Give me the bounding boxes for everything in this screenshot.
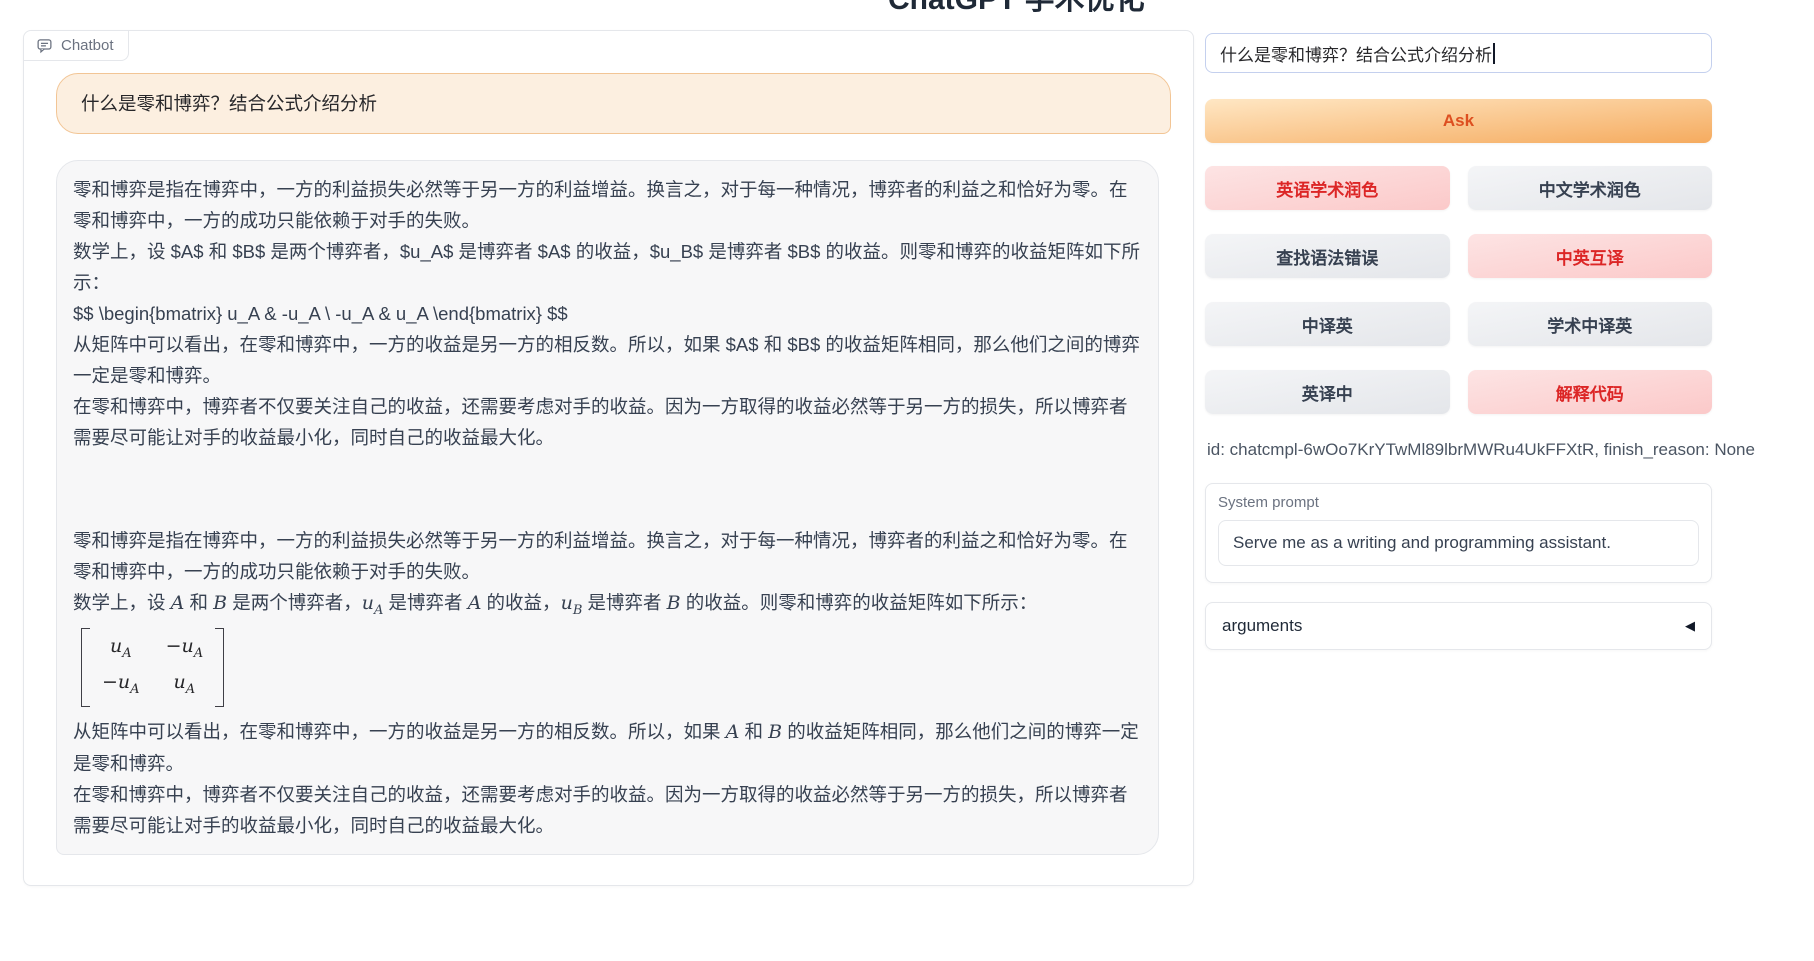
matrix-cells: uA −uA −uA uA — [90, 628, 215, 708]
control-column: 什么是零和博弈？结合公式介绍分析 Ask 英语学术润色 中文学术润色 查找语法错… — [1205, 30, 1712, 730]
text-caret — [1493, 43, 1495, 64]
button-explain-code[interactable]: 解释代码 — [1468, 370, 1713, 414]
button-chinese-academic-polish[interactable]: 中文学术润色 — [1468, 166, 1713, 210]
quick-action-grid: 英语学术润色 中文学术润色 查找语法错误 中英互译 中译英 学术中译英 英译中 … — [1205, 166, 1712, 414]
system-prompt-input[interactable]: Serve me as a writing and programming as… — [1218, 520, 1699, 566]
bot-raw-line-1: 零和博弈是指在博弈中，一方的利益损失必然等于另一方的利益增益。换言之，对于每一种… — [73, 174, 1142, 236]
chatbot-panel: Chatbot 什么是零和博弈？结合公式介绍分析 零和博弈是指在博弈中，一方的利… — [23, 30, 1194, 886]
button-find-grammar-errors[interactable]: 查找语法错误 — [1205, 234, 1450, 278]
button-zh-en-mutual-translate[interactable]: 中英互译 — [1468, 234, 1713, 278]
system-prompt-value: Serve me as a writing and programming as… — [1233, 533, 1611, 553]
payoff-matrix: uA −uA −uA uA — [81, 628, 224, 708]
matrix-cell: −uA — [166, 632, 204, 668]
ask-button[interactable]: Ask — [1205, 99, 1712, 143]
button-zh-to-en[interactable]: 中译英 — [1205, 302, 1450, 346]
button-english-academic-polish[interactable]: 英语学术润色 — [1205, 166, 1450, 210]
paragraph-gap — [73, 453, 1142, 525]
bot-raw-formula: $$ \begin{bmatrix} u_A & -u_A \ -u_A & u… — [73, 298, 1142, 329]
bot-message-bubble: 零和博弈是指在博弈中，一方的利益损失必然等于另一方的利益增益。换言之，对于每一种… — [56, 160, 1159, 855]
bot-rendered-line-4: 在零和博弈中，博弈者不仅要关注自己的收益，还需要考虑对手的收益。因为一方取得的收… — [73, 779, 1142, 841]
matrix-cell: −uA — [102, 668, 140, 704]
bot-raw-line-3: 从矩阵中可以看出，在零和博弈中，一方的收益是另一方的相反数。所以，如果 $A$ … — [73, 329, 1142, 391]
user-message-bubble: 什么是零和博弈？结合公式介绍分析 — [56, 73, 1171, 134]
bot-raw-line-2: 数学上，设 $A$ 和 $B$ 是两个博弈者，$u_A$ 是博弈者 $A$ 的收… — [73, 236, 1142, 298]
user-message-text: 什么是零和博弈？结合公式介绍分析 — [81, 93, 377, 114]
matrix-right-bracket — [215, 628, 224, 708]
chat-messages: 什么是零和博弈？结合公式介绍分析 零和博弈是指在博弈中，一方的利益损失必然等于另… — [56, 73, 1171, 861]
status-line: id: chatcmpl-6wOo7KrYTwMl89lbrMWRu4UkFFX… — [1207, 440, 1727, 460]
chatbot-label: Chatbot — [24, 31, 129, 61]
bot-raw-line-4: 在零和博弈中，博弈者不仅要关注自己的收益，还需要考虑对手的收益。因为一方取得的收… — [73, 391, 1142, 453]
button-academic-zh-to-en[interactable]: 学术中译英 — [1468, 302, 1713, 346]
system-prompt-group: System prompt Serve me as a writing and … — [1205, 483, 1712, 583]
matrix-cell: uA — [166, 668, 204, 704]
page-title: ChatGPT 学术优化 — [888, 0, 1145, 18]
bot-rendered-line-1: 零和博弈是指在博弈中，一方的利益损失必然等于另一方的利益增益。换言之，对于每一种… — [73, 525, 1142, 587]
bot-rendered-line-2: 数学上，设 A 和 B 是两个博弈者，uA 是博弈者 A 的收益，uB 是博弈者… — [73, 587, 1142, 626]
app-root: ChatGPT 学术优化 Chatbot 什么是零和博弈？结合公式介绍分析 零和… — [0, 0, 1814, 961]
collapse-triangle-icon: ◀ — [1685, 618, 1695, 634]
accordion-label: arguments — [1222, 616, 1302, 636]
chat-bubble-icon — [36, 37, 53, 54]
matrix-cell: uA — [102, 632, 140, 668]
system-prompt-label: System prompt — [1218, 494, 1699, 511]
chatbot-label-text: Chatbot — [61, 37, 114, 54]
question-input[interactable]: 什么是零和博弈？结合公式介绍分析 — [1205, 33, 1712, 73]
bot-rendered-line-3: 从矩阵中可以看出，在零和博弈中，一方的收益是另一方的相反数。所以，如果 A 和 … — [73, 716, 1142, 779]
button-en-to-zh[interactable]: 英译中 — [1205, 370, 1450, 414]
arguments-accordion[interactable]: arguments ◀ — [1205, 602, 1712, 650]
matrix-left-bracket — [81, 628, 90, 708]
question-input-value: 什么是零和博弈？结合公式介绍分析 — [1220, 41, 1492, 66]
